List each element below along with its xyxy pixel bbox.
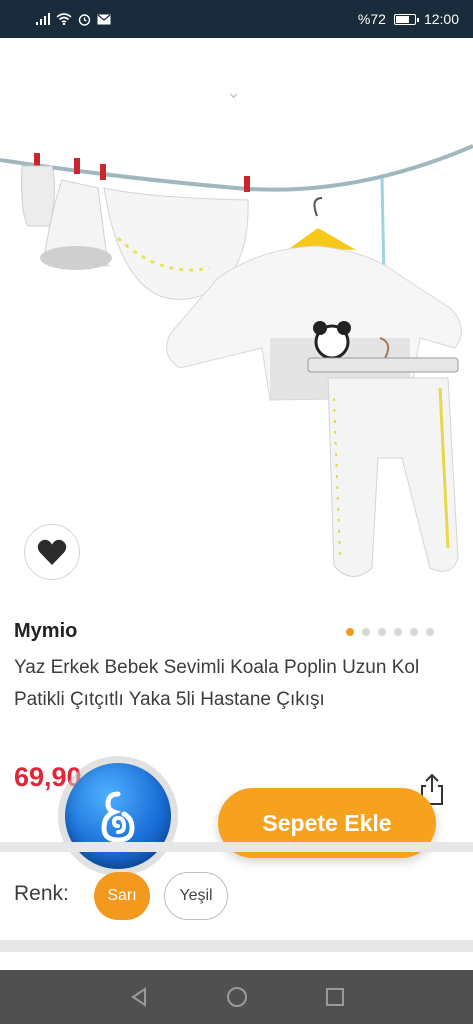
home-icon[interactable] bbox=[226, 986, 248, 1008]
favorite-button[interactable] bbox=[24, 524, 80, 580]
pager-dot[interactable] bbox=[410, 628, 418, 636]
pager-dot[interactable] bbox=[394, 628, 402, 636]
pager-dot[interactable] bbox=[346, 628, 354, 636]
battery-fill bbox=[395, 15, 409, 23]
product-title: Yaz Erkek Bebek Sevimli Koala Poplin Uzu… bbox=[14, 657, 420, 710]
heart-icon bbox=[37, 539, 67, 565]
section-divider bbox=[0, 842, 473, 852]
system-nav-bar bbox=[0, 970, 473, 1024]
mail-icon bbox=[97, 14, 111, 24]
pager-dot[interactable] bbox=[362, 628, 370, 636]
color-option-yesil[interactable]: Yeşil bbox=[164, 872, 228, 920]
wifi-icon bbox=[56, 13, 72, 25]
battery-percent: %72 bbox=[357, 11, 386, 27]
product-photo bbox=[0, 144, 473, 577]
product-image-gallery[interactable]: ⌄ bbox=[0, 38, 473, 600]
color-label: Renk: bbox=[14, 882, 69, 905]
recents-icon[interactable] bbox=[325, 987, 345, 1007]
status-right: %72 12:00 bbox=[358, 11, 459, 27]
alarm-icon bbox=[78, 13, 91, 26]
back-icon[interactable] bbox=[129, 987, 149, 1007]
section-divider bbox=[0, 940, 473, 952]
clock: 12:00 bbox=[423, 11, 459, 27]
battery-icon bbox=[393, 13, 419, 25]
signal-icon bbox=[36, 13, 50, 25]
color-option-sari[interactable]: Sarı bbox=[94, 872, 150, 920]
status-left bbox=[36, 13, 111, 26]
pager-dot[interactable] bbox=[378, 628, 386, 636]
status-bar: %72 12:00 bbox=[0, 0, 473, 38]
assistant-floating-button[interactable] bbox=[58, 756, 178, 876]
image-pager-dots bbox=[346, 628, 434, 636]
assistant-icon bbox=[65, 763, 171, 869]
pager-dot[interactable] bbox=[426, 628, 434, 636]
chevron-down-icon[interactable]: ⌄ bbox=[226, 82, 241, 103]
brand-name[interactable]: Mymio bbox=[14, 620, 77, 643]
